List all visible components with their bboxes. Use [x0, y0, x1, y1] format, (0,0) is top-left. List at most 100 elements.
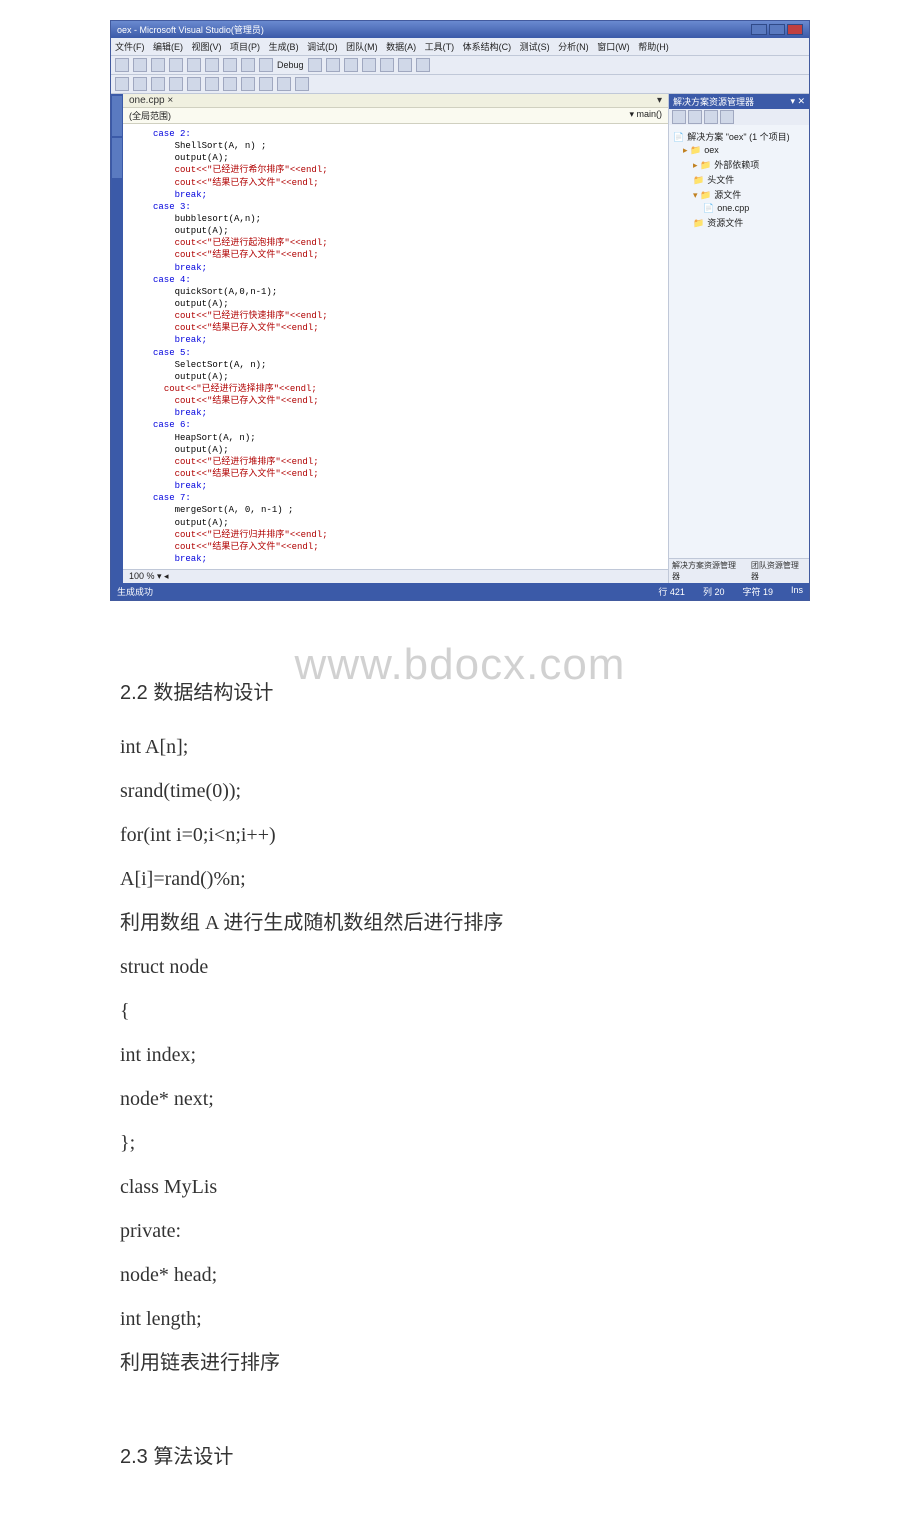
tree-headers[interactable]: 📁头文件 [673, 172, 805, 187]
tool-icon[interactable] [187, 58, 201, 72]
tool-icon[interactable] [169, 77, 183, 91]
panel-tool-icon[interactable] [720, 110, 734, 124]
tree-solution[interactable]: 📄解决方案 "oex" (1 个项目) [673, 129, 805, 144]
menu-test[interactable]: 测试(S) [520, 42, 550, 52]
tool-icon[interactable] [223, 58, 237, 72]
panel-tool-icon[interactable] [672, 110, 686, 124]
tool-icon[interactable] [187, 77, 201, 91]
doc-line: int length; [120, 1297, 800, 1341]
doc-line: srand(time(0)); [120, 769, 800, 813]
code-line: bubblesort(A,n); [175, 214, 261, 224]
panel-pin-icon[interactable]: ▾ ✕ [790, 96, 805, 107]
tool-icon[interactable] [133, 77, 147, 91]
toolbar-row-2 [111, 75, 809, 94]
config-label[interactable]: Debug [277, 60, 304, 70]
tool-icon[interactable] [277, 77, 291, 91]
tool-icon[interactable] [344, 58, 358, 72]
menu-data[interactable]: 数据(A) [386, 42, 416, 52]
max-button[interactable] [769, 24, 785, 35]
ide-title-text: oex - Microsoft Visual Studio(管理员) [117, 23, 264, 36]
tool-icon[interactable] [133, 58, 147, 72]
menu-tools[interactable]: 工具(T) [425, 42, 455, 52]
close-button[interactable] [787, 24, 803, 35]
tree-project[interactable]: ▸ 📁oex [673, 144, 805, 157]
code-line: cout<<"结果已存入文件"<<endl; [175, 542, 319, 552]
panel-tab-team[interactable]: 团队资源管理器 [751, 560, 806, 582]
tool-icon[interactable] [115, 77, 129, 91]
tool-icon[interactable] [205, 77, 219, 91]
code-body[interactable]: case 2: ShellSort(A, n) ; output(A); cou… [123, 124, 668, 569]
menu-file[interactable]: 文件(F) [115, 42, 145, 52]
menu-team[interactable]: 团队(M) [346, 42, 378, 52]
doc-line: for(int i=0;i<n;i++) [120, 813, 800, 857]
toolbar-row-1: Debug [111, 56, 809, 75]
cpp-file-icon: 📄 [703, 203, 714, 213]
status-bar: 生成成功 行 421 列 20 字符 19 Ins [111, 583, 809, 600]
code-line: mergeSort(A, 0, n-1) ; [175, 505, 294, 515]
cursor-col: 列 20 [703, 585, 725, 598]
menu-view[interactable]: 视图(V) [192, 42, 222, 52]
solution-tree: 📄解决方案 "oex" (1 个项目) ▸ 📁oex ▸ 📁外部依赖项 📁头文件… [669, 125, 809, 558]
code-line: output(A); [175, 299, 229, 309]
tool-icon[interactable] [326, 58, 340, 72]
tool-icon[interactable] [151, 58, 165, 72]
scope-right[interactable]: ▾ main() [629, 109, 662, 122]
tool-icon[interactable] [259, 58, 273, 72]
menu-build[interactable]: 生成(B) [269, 42, 299, 52]
tool-icon[interactable] [308, 58, 322, 72]
code-line: cout<<"已经进行快速排序"<<endl; [175, 311, 328, 321]
tree-sources[interactable]: ▾ 📁源文件 [673, 187, 805, 202]
code-line: cout<<"结果已存入文件"<<endl; [175, 396, 319, 406]
menu-debug[interactable]: 调试(D) [307, 42, 338, 52]
tool-icon[interactable] [295, 77, 309, 91]
doc-line: int A[n]; [120, 725, 800, 769]
menu-help[interactable]: 帮助(H) [638, 42, 669, 52]
tool-icon[interactable] [241, 77, 255, 91]
project-icon: ▸ 📁 [683, 145, 701, 155]
menu-analyze[interactable]: 分析(N) [558, 42, 589, 52]
menu-edit[interactable]: 编辑(E) [153, 42, 183, 52]
folder-icon: ▾ 📁 [693, 190, 711, 200]
vertical-tool-tab[interactable] [112, 96, 122, 136]
doc-line: node* next; [120, 1077, 800, 1121]
tool-icon[interactable] [259, 77, 273, 91]
editor-tab[interactable]: one.cpp × [129, 95, 173, 106]
editor-tab-dropdown-icon[interactable]: ▾ [657, 95, 662, 106]
code-line: ShellSort(A, n) ; [175, 141, 267, 151]
tool-icon[interactable] [169, 58, 183, 72]
tree-resources[interactable]: 📁资源文件 [673, 215, 805, 230]
tool-icon[interactable] [205, 58, 219, 72]
code-line: cout<<"结果已存入文件"<<endl; [175, 178, 319, 188]
tree-source-file[interactable]: 📄one.cpp [673, 202, 805, 215]
tool-icon[interactable] [241, 58, 255, 72]
tool-icon[interactable] [115, 58, 129, 72]
tool-icon[interactable] [151, 77, 165, 91]
panel-tool-icon[interactable] [704, 110, 718, 124]
tool-icon[interactable] [398, 58, 412, 72]
editor-tab-bar: one.cpp × ▾ [123, 94, 668, 108]
panel-title: 解决方案资源管理器 [673, 95, 754, 108]
scope-left[interactable]: (全局范围) [129, 109, 171, 122]
tool-icon[interactable] [362, 58, 376, 72]
tool-icon[interactable] [416, 58, 430, 72]
menu-window[interactable]: 窗口(W) [597, 42, 630, 52]
doc-line: }; [120, 1121, 800, 1165]
tree-ext-dep[interactable]: ▸ 📁外部依赖项 [673, 157, 805, 172]
doc-line: 利用数组 A 进行生成随机数组然后进行排序 [120, 901, 800, 945]
doc-line: struct node [120, 945, 800, 989]
min-button[interactable] [751, 24, 767, 35]
menu-arch[interactable]: 体系结构(C) [463, 42, 512, 52]
code-line: break; [175, 408, 207, 418]
code-line: quickSort(A,0,n-1); [175, 287, 278, 297]
code-line: case 2: [153, 129, 191, 139]
editor-zoom-status[interactable]: 100 % ▾ ◂ [123, 569, 668, 583]
tool-icon[interactable] [380, 58, 394, 72]
panel-tab-solution[interactable]: 解决方案资源管理器 [672, 560, 743, 582]
panel-tool-icon[interactable] [688, 110, 702, 124]
code-line: break; [175, 190, 207, 200]
tool-icon[interactable] [223, 77, 237, 91]
vertical-tool-tab[interactable] [112, 138, 122, 178]
scope-bar: (全局范围) ▾ main() [123, 108, 668, 124]
code-line: case 4: [153, 275, 191, 285]
menu-project[interactable]: 项目(P) [230, 42, 260, 52]
